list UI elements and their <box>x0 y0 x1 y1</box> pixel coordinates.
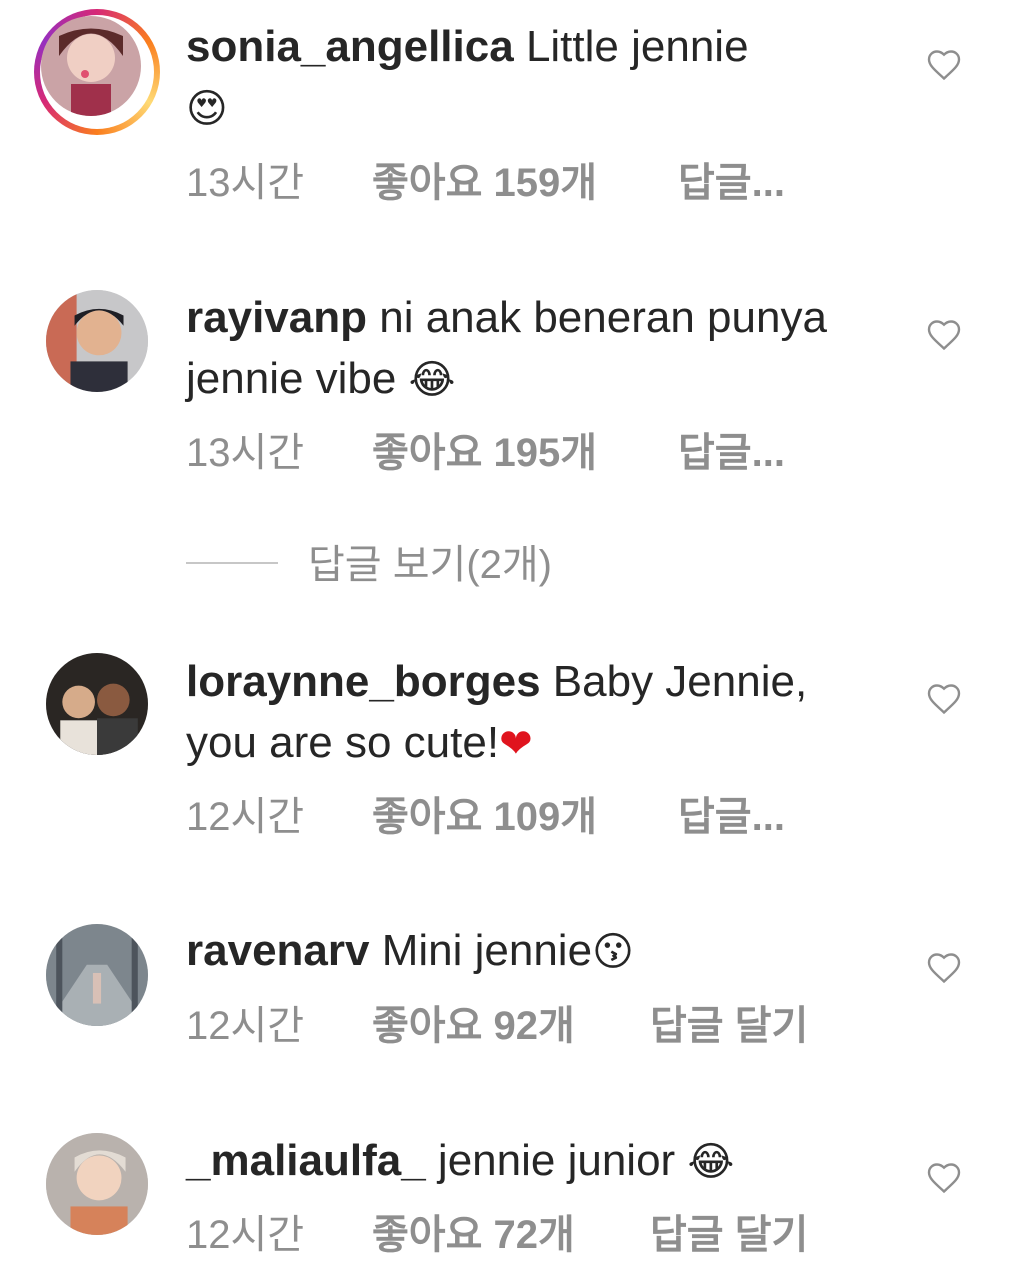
reply-button[interactable]: 답글 달기 <box>650 1210 808 1260</box>
kissing-emoji: 😗 <box>592 929 634 975</box>
comment-body: jennie junior <box>437 1136 676 1185</box>
avatar[interactable] <box>46 1133 148 1235</box>
heart-eyes-emoji: 😍 <box>186 86 228 132</box>
avatar[interactable] <box>46 290 148 392</box>
view-replies-button[interactable]: 답글 보기(2개) <box>308 540 552 590</box>
avatar <box>41 16 141 116</box>
comment-username[interactable]: loraynne_borges <box>186 657 541 706</box>
heart-outline-icon[interactable] <box>926 317 962 353</box>
comment-text: rayivanp ni anak beneran punya jennie vi… <box>186 287 886 411</box>
comment-likes[interactable]: 좋아요 92개 <box>372 1001 575 1051</box>
reply-button[interactable]: 답글 달기 <box>650 1001 808 1051</box>
comment-body: Little jennie <box>525 22 749 71</box>
comment-time: 12시간 <box>186 1004 305 1048</box>
comment-likes[interactable]: 좋아요 72개 <box>372 1210 575 1260</box>
comment-time: 13시간 <box>186 431 305 475</box>
divider <box>186 562 278 564</box>
comment-text: _maliaulfa_ jennie junior 😂 <box>186 1130 886 1193</box>
comment-time: 13시간 <box>186 161 305 205</box>
laughing-emoji: 😂 <box>408 357 456 403</box>
comment-likes[interactable]: 좋아요 159개 <box>372 158 597 208</box>
reply-button[interactable]: 답글... <box>678 792 785 842</box>
avatar-story-ring[interactable] <box>34 9 160 135</box>
comment-username[interactable]: ravenarv <box>186 926 369 975</box>
heart-outline-icon[interactable] <box>926 950 962 986</box>
comment-text: ravenarv Mini jennie😗 <box>186 920 886 983</box>
avatar-image <box>46 653 148 755</box>
avatar-image <box>41 16 141 116</box>
comment-likes[interactable]: 좋아요 195개 <box>372 428 597 478</box>
avatar-image <box>46 1133 148 1235</box>
reply-button[interactable]: 답글... <box>678 158 785 208</box>
comment-body: Mini jennie <box>381 926 593 975</box>
comment-time: 12시간 <box>186 795 305 839</box>
comment-text: sonia_angellica Little jennie 😍 <box>186 16 886 140</box>
comment-text: loraynne_borges Baby Jennie, you are so … <box>186 651 886 775</box>
avatar[interactable] <box>46 653 148 755</box>
comment-time: 12시간 <box>186 1213 305 1257</box>
avatar[interactable] <box>46 924 148 1026</box>
heart-outline-icon[interactable] <box>926 1160 962 1196</box>
heart-outline-icon[interactable] <box>926 47 962 83</box>
heart-outline-icon[interactable] <box>926 681 962 717</box>
laughing-emoji: 😂 <box>687 1139 735 1185</box>
reply-button[interactable]: 답글... <box>678 428 785 478</box>
avatar-image <box>46 924 148 1026</box>
comment-username[interactable]: _maliaulfa_ <box>186 1136 426 1185</box>
comment-likes[interactable]: 좋아요 109개 <box>372 792 597 842</box>
red-heart-emoji: ❤ <box>499 721 533 767</box>
comment-username[interactable]: sonia_angellica <box>186 22 514 71</box>
comment-username[interactable]: rayivanp <box>186 293 367 342</box>
avatar-image <box>46 290 148 392</box>
view-replies-row: 답글 보기(2개) <box>186 540 686 590</box>
